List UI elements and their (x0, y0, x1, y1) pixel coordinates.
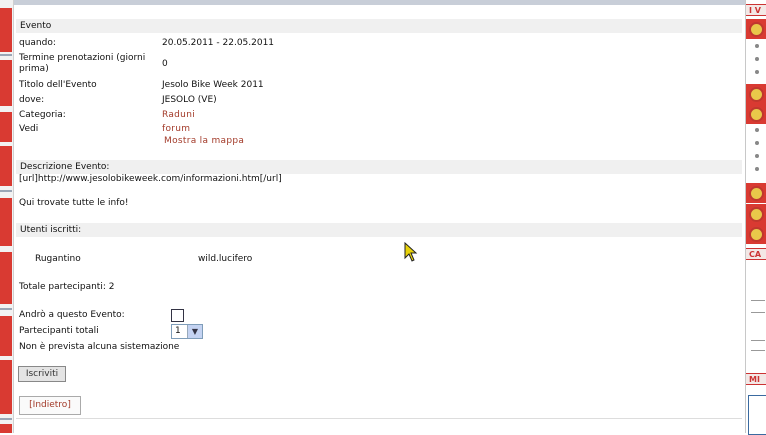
left-block (0, 252, 12, 304)
termine-value: 0 (162, 59, 168, 69)
user-avatar-row[interactable] (746, 104, 766, 124)
vedi-label: Vedi (19, 124, 39, 134)
smiley-avatar-icon (749, 227, 764, 242)
right-divider (751, 350, 765, 351)
dove-value: JESOLO (VE) (162, 95, 217, 105)
chevron-down-icon[interactable]: ▼ (187, 325, 202, 338)
user-avatar-row[interactable] (746, 204, 766, 224)
user-avatar-row[interactable] (746, 84, 766, 104)
bullet-icon (755, 57, 759, 61)
dove-label: dove: (19, 95, 45, 105)
forum-link[interactable]: forum (162, 124, 190, 134)
right-divider (751, 300, 765, 301)
subscribers-header: Utenti iscritti: (20, 225, 82, 235)
smiley-avatar-icon (749, 186, 764, 201)
left-separator (0, 418, 12, 420)
show-map-link[interactable]: Mostra la mappa (164, 136, 244, 146)
subscribers-header-bar: Utenti iscritti: (16, 223, 742, 237)
description-header-bar: Descrizione Evento: (16, 160, 742, 174)
left-separator (0, 190, 12, 192)
right-divider (751, 312, 765, 313)
user-avatar-row[interactable] (746, 19, 766, 39)
termine-label: Termine prenotazioni (giorni prima) (19, 53, 146, 74)
user-avatar-row[interactable] (746, 183, 766, 203)
left-block (0, 424, 12, 433)
bullet-icon (755, 167, 759, 171)
right-section-header: MI (746, 373, 766, 385)
accommodation-note: Non è prevista alcuna sistemazione (19, 342, 180, 352)
right-section-header: CA (746, 248, 766, 260)
bullet-icon (755, 44, 759, 48)
event-details-panel: Evento quando: 20.05.2011 - 22.05.2011 T… (16, 6, 744, 433)
smiley-avatar-icon (749, 207, 764, 222)
titolo-label: Titolo dell'Evento (19, 80, 97, 90)
left-sidebar-strip (0, 0, 14, 433)
left-block (0, 8, 12, 52)
right-widget-box (748, 395, 766, 435)
subscriber-name: wild.lucifero (198, 254, 253, 264)
quando-label: quando: (19, 38, 56, 48)
smiley-avatar-icon (749, 107, 764, 122)
bullet-icon (755, 70, 759, 74)
right-sidebar-strip: I V CA MI (745, 0, 766, 435)
description-url: [url]http://www.jesolobikeweek.com/infor… (19, 174, 282, 184)
total-participants: Totale partecipanti: 2 (19, 282, 115, 292)
right-divider (751, 340, 765, 341)
attend-checkbox[interactable] (171, 309, 184, 322)
subscriber-name: Rugantino (35, 254, 81, 264)
bullet-icon (755, 128, 759, 132)
event-header: Evento (20, 21, 52, 31)
bullet-icon (755, 141, 759, 145)
window-top-border (0, 0, 766, 5)
quando-value: 20.05.2011 - 22.05.2011 (162, 38, 275, 48)
mouse-cursor-icon (404, 242, 418, 262)
participants-label: Partecipanti totali (19, 326, 99, 336)
categoria-link[interactable]: Raduni (162, 110, 195, 120)
right-section-header: I V (746, 4, 766, 16)
event-header-bar: Evento (16, 19, 742, 33)
smiley-avatar-icon (749, 87, 764, 102)
description-header: Descrizione Evento: (20, 162, 110, 172)
bottom-divider (16, 418, 742, 419)
subscribe-button[interactable]: Iscriviti (18, 366, 66, 382)
left-block (0, 112, 12, 142)
participants-select-value: 1 (175, 326, 181, 336)
bullet-icon (755, 154, 759, 158)
left-block (0, 146, 12, 186)
description-text: Qui trovate tutte le info! (19, 198, 129, 208)
left-block (0, 360, 12, 414)
smiley-avatar-icon (749, 22, 764, 37)
attend-label: Andrò a questo Evento: (19, 310, 125, 320)
categoria-label: Categoria: (19, 110, 66, 120)
left-separator (0, 54, 12, 56)
titolo-value: Jesolo Bike Week 2011 (162, 80, 264, 90)
left-separator (0, 308, 12, 310)
participants-select[interactable]: 1 ▼ (171, 324, 203, 339)
left-block (0, 60, 12, 106)
left-block (0, 316, 12, 356)
left-block (0, 198, 12, 246)
user-avatar-row[interactable] (746, 224, 766, 244)
back-button[interactable]: [Indietro] (19, 396, 81, 415)
